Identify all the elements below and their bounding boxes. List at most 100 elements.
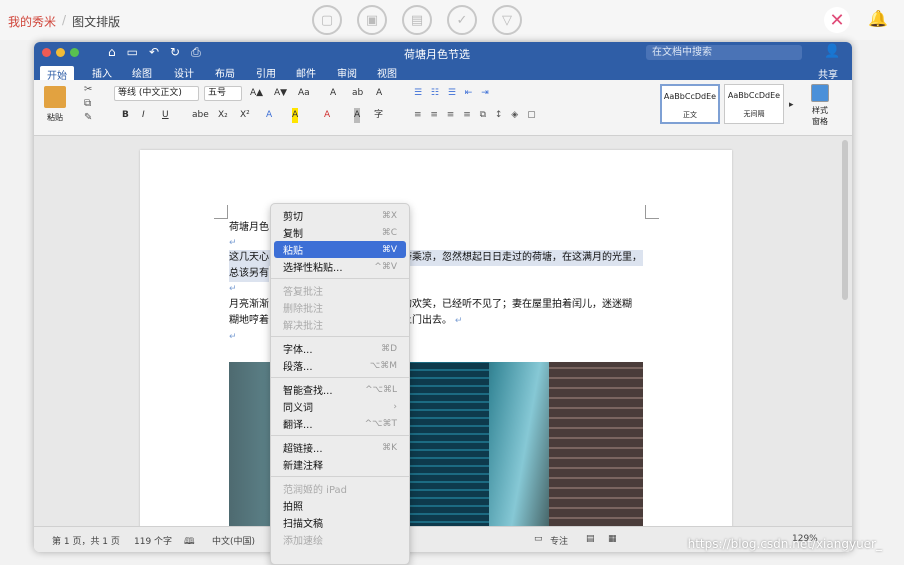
app-top-bar: 我的秀米 / 图文排版 ▢ ▣ ▤ ✓ ▽ ✕ 🔔 — [0, 0, 904, 40]
bell-icon[interactable]: 🔔 — [868, 9, 888, 28]
copy-icon[interactable]: ⧉ — [84, 98, 92, 109]
dropdown-icon[interactable]: ▽ — [492, 5, 522, 35]
list-buttons[interactable]: ☰ ☷ ☰ ⇤ ⇥ — [414, 86, 492, 101]
profile-icon[interactable]: 👤 — [824, 44, 840, 59]
align-buttons[interactable]: ≡ ≡ ≡ ≡ ⧉ ↕ ◈ ▢ — [414, 108, 539, 123]
menu-item-shortcut: › — [393, 401, 397, 412]
check-icon[interactable]: ✓ — [447, 5, 477, 35]
menu-item[interactable]: 剪切 ⌘X — [271, 207, 409, 224]
menu-item-label: 翻译... — [283, 420, 313, 431]
clear-format-button[interactable]: A — [330, 86, 336, 101]
tab-view[interactable]: 视图 — [377, 65, 397, 80]
menu-item-shortcut: ⌘K — [382, 442, 397, 453]
menu-item[interactable]: 翻译... ^⌥⌘T — [271, 415, 409, 432]
menu-item[interactable]: 拍照 — [271, 497, 409, 514]
styles-pane-button[interactable]: 样式 窗格 — [805, 84, 835, 127]
menu-item: 删除批注 — [271, 299, 409, 316]
doc-line-1: 荷塘月色 — [229, 222, 269, 233]
menu-item: 答复批注 — [271, 282, 409, 299]
undo-icon[interactable]: ↶ — [149, 45, 159, 60]
proofing-icon[interactable]: 🕮 — [184, 534, 195, 550]
vertical-scrollbar[interactable] — [842, 140, 848, 300]
text-effect-button[interactable]: A — [266, 108, 272, 123]
char-border-button[interactable]: A — [376, 86, 382, 101]
context-menu: 剪切 ⌘X 复制 ⌘C 粘贴 ⌘V 选择性粘贴... ^⌘V 答复批注 删除批注 解决批注字体...… — [270, 203, 410, 565]
web-layout-icon[interactable]: ▦ — [608, 534, 617, 544]
italic-button[interactable]: I — [142, 108, 145, 123]
word-window: ⌂ ▭ ↶ ↻ ⎙ 荷塘月色节选 在文档中搜索 👤 开始 插入 绘图 设计 布局… — [34, 42, 852, 552]
document-page[interactable]: 荷塘月色 ↵ 这几天心 带乘凉，忽然想起日日走过的荷塘，在这满月的光里， 总该另有… — [140, 150, 732, 550]
char-shading-button[interactable]: A — [354, 108, 361, 123]
paste-button[interactable]: 粘贴 — [44, 86, 66, 123]
menu-item[interactable]: 超链接... ⌘K — [271, 439, 409, 456]
minimize-icon[interactable] — [56, 48, 65, 57]
save-icon[interactable]: ▭ — [127, 45, 138, 60]
image-icon[interactable]: ▢ — [312, 5, 342, 35]
menu-item[interactable]: 字体... ⌘D — [271, 340, 409, 357]
menu-item[interactable]: 扫描文稿 — [271, 514, 409, 531]
cut-icon[interactable]: ✂ — [84, 84, 92, 95]
grow-font-button[interactable]: A▲ — [250, 86, 263, 101]
styles-expand-icon[interactable]: ▸ — [789, 98, 794, 113]
word-count[interactable]: 119 个字 — [134, 534, 172, 547]
menu-item-shortcut: ⌘V — [381, 244, 397, 255]
tab-design[interactable]: 设计 — [174, 65, 194, 80]
style-no-spacing[interactable]: AaBbCcDdEe 无间隔 — [724, 84, 784, 124]
underline-button[interactable]: U — [162, 108, 169, 123]
menu-separator — [271, 435, 409, 436]
tab-layout[interactable]: 布局 — [215, 65, 235, 80]
menu-item-label: 段落... — [283, 362, 313, 373]
superscript-button[interactable]: X² — [240, 108, 250, 123]
menu-item[interactable]: 粘贴 ⌘V — [274, 241, 406, 258]
print-icon[interactable]: ▤ — [402, 5, 432, 35]
share-button[interactable]: 共享 — [818, 66, 838, 81]
home-icon[interactable]: ⌂ — [108, 45, 116, 60]
tab-review[interactable]: 审阅 — [337, 65, 357, 80]
print-icon[interactable]: ⎙ — [191, 45, 201, 60]
format-painter-icon[interactable]: ✎ — [84, 112, 92, 123]
print-layout-icon[interactable]: ▤ — [586, 534, 595, 544]
strikethrough-button[interactable]: abe — [192, 108, 209, 123]
page-count[interactable]: 第 1 页，共 1 页 — [52, 534, 120, 547]
ribbon-tabs: 开始 插入 绘图 设计 布局 引用 邮件 审阅 视图 共享 — [34, 64, 852, 83]
font-size-select[interactable]: 五号 — [204, 86, 242, 101]
enclose-char-button[interactable]: 字 — [374, 108, 383, 123]
menu-item-label: 剪切 — [283, 212, 303, 223]
menu-item[interactable]: 复制 ⌘C — [271, 224, 409, 241]
tab-references[interactable]: 引用 — [256, 65, 276, 80]
maximize-icon[interactable] — [70, 48, 79, 57]
menu-item[interactable]: 智能查找... ^⌥⌘L — [271, 381, 409, 398]
photo-icon[interactable]: ▣ — [357, 5, 387, 35]
search-input[interactable]: 在文档中搜索 — [646, 45, 802, 60]
phonetic-button[interactable]: ab — [352, 86, 363, 101]
focus-label[interactable]: 专注 — [550, 534, 568, 547]
tab-draw[interactable]: 绘图 — [132, 65, 152, 80]
language-label[interactable]: 中文(中国) — [212, 534, 255, 547]
document-area: 荷塘月色 ↵ 这几天心 带乘凉，忽然想起日日走过的荷塘，在这满月的光里， 总该另有… — [34, 136, 852, 550]
menu-item[interactable]: 新建注释 — [271, 456, 409, 473]
change-case-button[interactable]: Aa — [298, 86, 310, 101]
breadcrumb-home[interactable]: 我的秀米 — [8, 13, 56, 30]
subscript-button[interactable]: X₂ — [218, 108, 228, 123]
focus-icon[interactable]: ▭ — [534, 534, 543, 544]
menu-item[interactable]: 同义词 › — [271, 398, 409, 415]
xiumi-logo-icon[interactable]: ✕ — [824, 7, 850, 33]
menu-item: 解决批注 — [271, 316, 409, 333]
style-normal[interactable]: AaBbCcDdEe 正文 — [660, 84, 720, 124]
shrink-font-button[interactable]: A▼ — [274, 86, 287, 101]
breadcrumb-separator: / — [62, 13, 67, 27]
menu-item[interactable]: 段落... ⌥⌘M — [271, 357, 409, 374]
tab-mailings[interactable]: 邮件 — [296, 65, 316, 80]
menu-item[interactable]: 选择性粘贴... ^⌘V — [271, 258, 409, 275]
style-sample: AaBbCcDdEe — [663, 92, 717, 101]
highlight-button[interactable]: A — [292, 108, 299, 123]
font-color-button[interactable]: A — [324, 108, 330, 123]
tab-insert[interactable]: 插入 — [92, 65, 112, 80]
font-select[interactable]: 等线 (中文正文) — [114, 86, 199, 101]
bold-button[interactable]: B — [122, 108, 129, 123]
close-icon[interactable] — [42, 48, 51, 57]
redo-icon[interactable]: ↻ — [170, 45, 180, 60]
menu-item-label: 答复批注 — [283, 287, 323, 298]
ribbon-home: 粘贴 ✂ ⧉ ✎ 等线 (中文正文) 五号 A▲ A▼ Aa A ab A B I … — [34, 80, 852, 136]
doc-line-3: 总该另有 — [229, 266, 269, 282]
